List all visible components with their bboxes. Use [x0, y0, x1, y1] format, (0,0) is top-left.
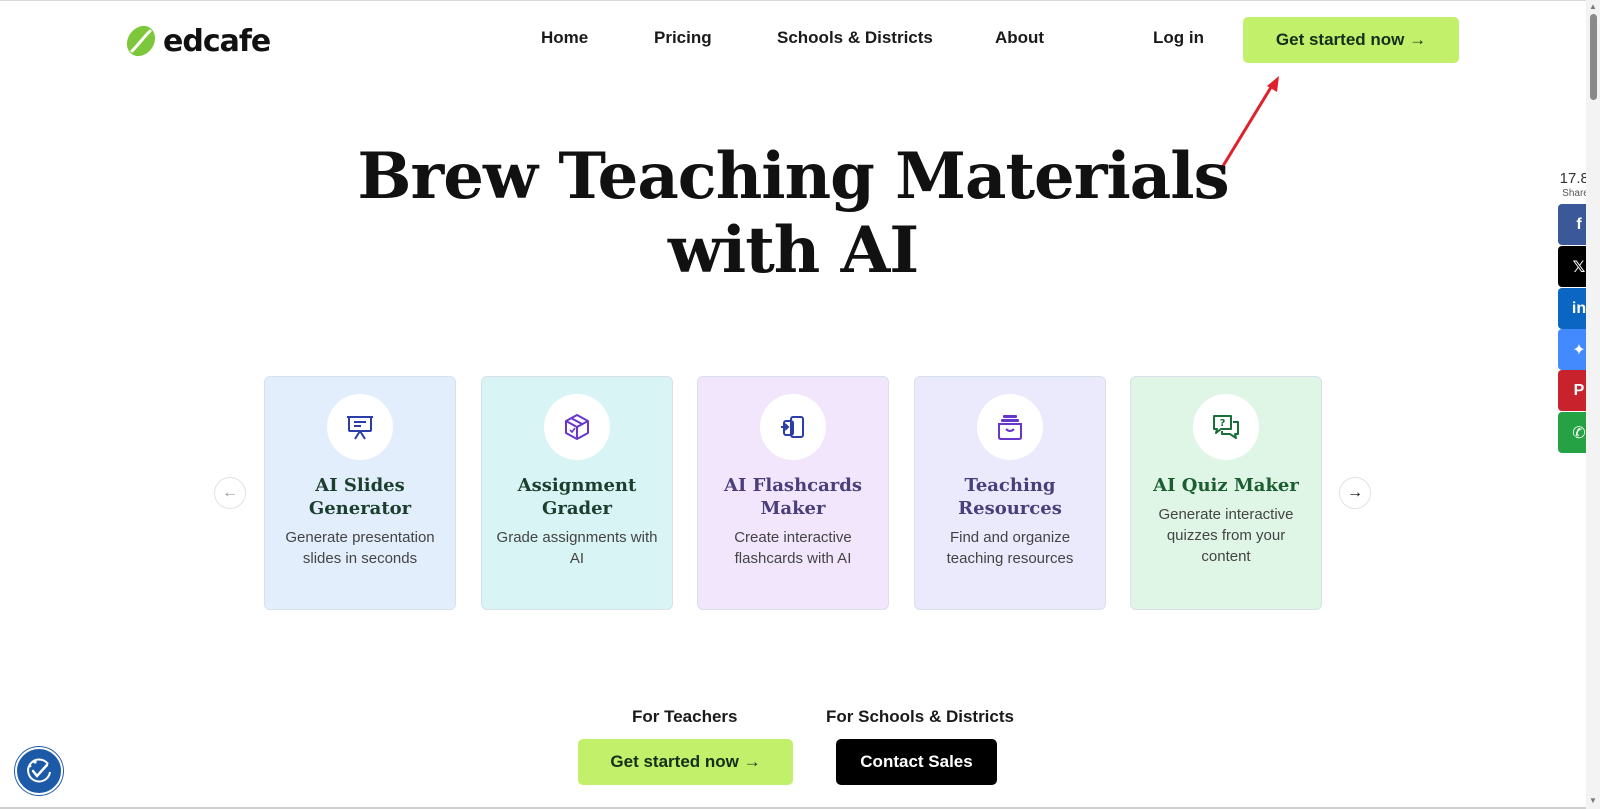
hero-line-2: with AI [667, 213, 919, 288]
chat-question-icon: ? [1213, 415, 1239, 439]
card-title: AI Slides Generator [308, 475, 412, 519]
hero-line-1: Brew Teaching Materials [357, 139, 1229, 214]
x-icon: 𝕏 [1572, 258, 1586, 276]
carousel-next-button[interactable]: → [1339, 477, 1371, 509]
card-icon-circle [760, 394, 826, 460]
card-title: AI Quiz Maker [1153, 475, 1299, 496]
messenger-icon: ✦ [1572, 341, 1586, 359]
tool-card-ai-flashcards[interactable]: AI Flashcards Maker Create interactive f… [697, 376, 889, 610]
scrollbar-thumb[interactable] [1590, 14, 1597, 100]
card-icon-circle [327, 394, 393, 460]
card-icon-circle [544, 394, 610, 460]
tool-card-assignment-grader[interactable]: Assignment Grader Grade assignments with… [481, 376, 673, 610]
contact-sales-button[interactable]: Contact Sales [836, 739, 997, 785]
accessibility-check-icon [27, 758, 51, 783]
tool-card-ai-slides[interactable]: AI Slides Generator Generate presentatio… [264, 376, 456, 610]
card-title: Teaching Resources [958, 475, 1062, 519]
tool-card-teaching-resources[interactable]: Teaching Resources Find and organize tea… [914, 376, 1106, 610]
svg-text:?: ? [1220, 418, 1226, 429]
arrow-right-icon: → [1347, 484, 1363, 501]
card-description: Generate presentation slides in seconds [285, 529, 435, 567]
get-started-teachers-button[interactable]: Get started now → [578, 739, 793, 785]
scroll-up-arrow-icon[interactable]: ▲ [1588, 2, 1598, 11]
scrollbar-track[interactable] [1586, 0, 1600, 809]
top-border [0, 0, 1586, 1]
package-check-icon [565, 414, 589, 440]
carousel-prev-button[interactable]: ← [214, 477, 246, 509]
accessibility-widget-button[interactable] [15, 747, 63, 795]
card-description: Find and organize teaching resources [946, 529, 1074, 567]
card-title: AI Flashcards Maker [724, 475, 862, 519]
archive-box-icon [998, 415, 1022, 440]
tool-card-ai-quiz-maker[interactable]: ? AI Quiz Maker Generate interactive qui… [1130, 376, 1322, 610]
scroll-down-arrow-icon[interactable]: ▼ [1588, 796, 1598, 805]
presentation-icon [347, 416, 373, 440]
card-title: Assignment Grader [517, 475, 637, 519]
nav-schools-districts[interactable]: Schools & Districts [777, 28, 933, 48]
card-description: Grade assignments with AI [496, 529, 658, 567]
linkedin-icon: in [1571, 299, 1587, 317]
arrow-left-icon: ← [222, 484, 238, 501]
whatsapp-icon: ✆ [1572, 424, 1586, 442]
pinterest-icon: P [1573, 381, 1585, 399]
login-link[interactable]: Log in [1153, 28, 1204, 48]
facebook-icon: f [1576, 215, 1582, 233]
hero-headline: Brew Teaching Materials with AI [0, 140, 1586, 288]
nav-about[interactable]: About [995, 28, 1044, 48]
flashcards-icon [781, 416, 804, 438]
card-description: Generate interactive quizzes from your c… [1158, 506, 1294, 565]
nav-home[interactable]: Home [541, 28, 588, 48]
card-icon-circle: ? [1193, 394, 1259, 460]
card-icon-circle [977, 394, 1043, 460]
for-schools-label: For Schools & Districts [826, 707, 1014, 726]
nav-pricing[interactable]: Pricing [654, 28, 712, 48]
get-started-header-button[interactable]: Get started now → [1243, 17, 1459, 63]
for-teachers-label: For Teachers [632, 707, 738, 726]
card-description: Create interactive flashcards with AI [734, 529, 852, 567]
